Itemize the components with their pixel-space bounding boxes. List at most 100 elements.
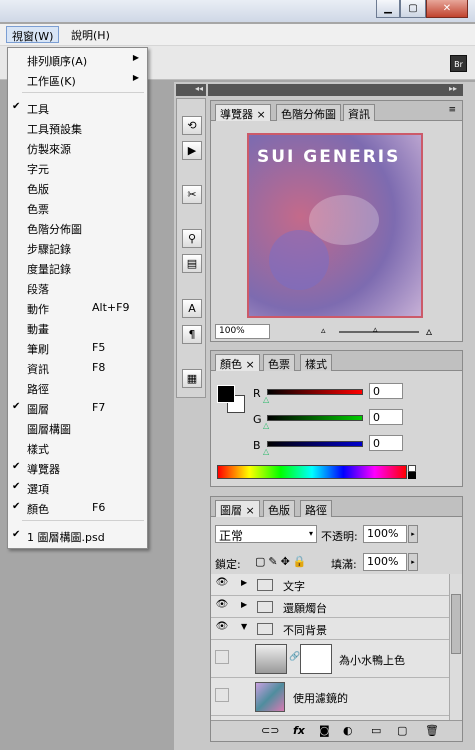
menu-item[interactable]: ✔ 工具 xyxy=(8,98,147,118)
menu-view[interactable]: 視窗(W) xyxy=(6,26,60,43)
collapse-icon[interactable]: ◂◂ xyxy=(195,84,203,93)
layer-row[interactable]: 👁 ▶ 還願燭台 xyxy=(211,596,462,618)
add-mask-icon[interactable]: ◙ xyxy=(319,724,330,737)
fill-arrow-icon[interactable]: ▸ xyxy=(408,553,418,571)
b-slider-thumb[interactable]: △ xyxy=(263,447,269,456)
black-swatch[interactable] xyxy=(408,472,416,479)
eye-icon[interactable]: 👁 xyxy=(214,621,230,637)
link-icon[interactable]: 🔗 xyxy=(289,652,300,662)
clone-source-icon[interactable]: ⚲ xyxy=(182,229,202,248)
b-slider[interactable] xyxy=(267,441,363,447)
zoom-slider[interactable] xyxy=(339,331,419,333)
r-slider[interactable] xyxy=(267,389,363,395)
zoom-out-icon[interactable]: ▵ xyxy=(321,326,326,336)
character-icon[interactable]: A xyxy=(182,299,202,318)
opacity-field[interactable]: 100% xyxy=(363,525,407,543)
link-layers-icon[interactable]: ⊂⊃ xyxy=(261,724,279,737)
actions-icon[interactable]: ▶ xyxy=(182,141,202,160)
bridge-button[interactable]: Br xyxy=(450,55,467,72)
lock-icons[interactable]: ▢✎✥🔒 xyxy=(255,555,310,568)
g-value-field[interactable]: 0 xyxy=(369,409,403,425)
zoom-field[interactable]: 100% xyxy=(215,324,270,339)
fill-field[interactable]: 100% xyxy=(363,553,407,571)
b-value-field[interactable]: 0 xyxy=(369,435,403,451)
color-spectrum-bar[interactable] xyxy=(217,465,407,479)
menu-item[interactable]: 動畫 xyxy=(8,318,147,338)
adjustment-layer-icon[interactable]: ◐ xyxy=(343,724,353,737)
layer-comps-icon[interactable]: ▦ xyxy=(182,369,202,388)
r-slider-thumb[interactable]: △ xyxy=(263,395,269,404)
opacity-arrow-icon[interactable]: ▸ xyxy=(408,525,418,543)
zoom-in-icon[interactable]: ▵ xyxy=(426,324,432,338)
new-layer-icon[interactable]: ▢ xyxy=(397,724,407,737)
submenu-arrow-icon: ▶ xyxy=(132,73,139,82)
menu-help[interactable]: 說明(H) xyxy=(66,26,115,43)
tool-presets-icon[interactable]: ▤ xyxy=(182,254,202,273)
brush-tool-icon[interactable]: ✂ xyxy=(182,185,202,204)
scrollbar-thumb[interactable] xyxy=(451,594,461,654)
paragraph-icon[interactable]: ¶ xyxy=(182,325,202,344)
chevron-right-icon[interactable]: ▶ xyxy=(241,600,247,609)
eye-icon[interactable]: 👁 xyxy=(214,577,230,593)
tab-histogram[interactable]: 色階分佈圖 xyxy=(276,104,341,121)
menu-item[interactable]: 工作區(K) ▶ xyxy=(8,70,147,90)
tab-swatches[interactable]: 色票 xyxy=(263,354,295,371)
new-group-icon[interactable]: ▭ xyxy=(371,724,381,737)
menu-item[interactable]: 色階分佈圖 xyxy=(8,218,147,238)
menu-item[interactable]: 度量記錄 xyxy=(8,258,147,278)
menu-item[interactable]: 筆刷 F5 xyxy=(8,338,147,358)
menu-item[interactable]: 段落 xyxy=(8,278,147,298)
menu-item[interactable]: 工具預設集 xyxy=(8,118,147,138)
history-icon[interactable]: ⟲ xyxy=(182,116,202,135)
tab-navigator[interactable]: 導覽器 × xyxy=(215,104,271,121)
layers-scrollbar[interactable] xyxy=(449,574,462,720)
r-value-field[interactable]: 0 xyxy=(369,383,403,399)
blend-mode-select[interactable]: 正常 ▾ xyxy=(215,525,317,543)
tab-color[interactable]: 顏色 × xyxy=(215,354,260,371)
panel-header[interactable] xyxy=(208,84,463,96)
expand-icon[interactable]: ▸▸ xyxy=(449,84,457,93)
menu-item[interactable]: 樣式 xyxy=(8,438,147,458)
tab-channels[interactable]: 色版 xyxy=(263,500,295,517)
menu-item[interactable]: 排列順序(A) ▶ xyxy=(8,50,147,70)
layer-row[interactable]: 🔗 為小水鴨上色 xyxy=(211,640,462,678)
navigator-thumbnail[interactable]: SUI GENERIS xyxy=(247,133,423,318)
visibility-toggle[interactable] xyxy=(215,650,229,664)
fx-icon[interactable]: fx xyxy=(293,724,305,737)
layer-row[interactable]: 👁 ▶ 文字 xyxy=(211,574,462,596)
menu-item[interactable]: 資訊 F8 xyxy=(8,358,147,378)
white-swatch[interactable] xyxy=(408,465,416,472)
minimize-button[interactable]: ▁ xyxy=(376,0,400,18)
panel-menu-icon[interactable]: ≡ xyxy=(448,105,456,115)
foreground-color-swatch[interactable] xyxy=(217,385,235,403)
tab-info[interactable]: 資訊 xyxy=(343,104,375,121)
menu-item[interactable]: 步驟記錄 xyxy=(8,238,147,258)
g-slider-thumb[interactable]: △ xyxy=(263,421,269,430)
tab-layers[interactable]: 圖層 × xyxy=(215,500,260,517)
menu-item[interactable]: 路徑 xyxy=(8,378,147,398)
g-slider[interactable] xyxy=(267,415,363,421)
menu-item[interactable]: 仿製來源 xyxy=(8,138,147,158)
menu-item[interactable]: 圖層構圖 xyxy=(8,418,147,438)
chevron-down-icon[interactable]: ▼ xyxy=(241,622,247,631)
close-button[interactable]: ✕ xyxy=(426,0,468,18)
layer-row[interactable]: 👁 ▼ 不同背景 xyxy=(211,618,462,640)
menu-item[interactable]: ✔ 1 圖層構圖.psd xyxy=(8,526,147,546)
menu-item[interactable]: ✔ 圖層 F7 xyxy=(8,398,147,418)
visibility-toggle[interactable] xyxy=(215,688,229,702)
menu-item[interactable]: 動作 Alt+F9 xyxy=(8,298,147,318)
menu-item[interactable]: 色票 xyxy=(8,198,147,218)
layer-row[interactable]: 使用濾鏡的 xyxy=(211,678,462,716)
chevron-right-icon[interactable]: ▶ xyxy=(241,578,247,587)
eye-icon[interactable]: 👁 xyxy=(214,599,230,615)
menu-item[interactable]: 色版 xyxy=(8,178,147,198)
zoom-slider-thumb[interactable]: ▵ xyxy=(373,325,378,335)
menu-item[interactable]: ✔ 顏色 F6 xyxy=(8,498,147,518)
menu-item[interactable]: ✔ 導覽器 xyxy=(8,458,147,478)
maximize-button[interactable]: ▢ xyxy=(400,0,426,18)
tab-paths[interactable]: 路徑 xyxy=(300,500,332,517)
menu-item[interactable]: 字元 xyxy=(8,158,147,178)
menu-item[interactable]: ✔ 選項 xyxy=(8,478,147,498)
tab-styles[interactable]: 樣式 xyxy=(300,354,332,371)
trash-icon[interactable]: 🗑 xyxy=(425,724,439,737)
